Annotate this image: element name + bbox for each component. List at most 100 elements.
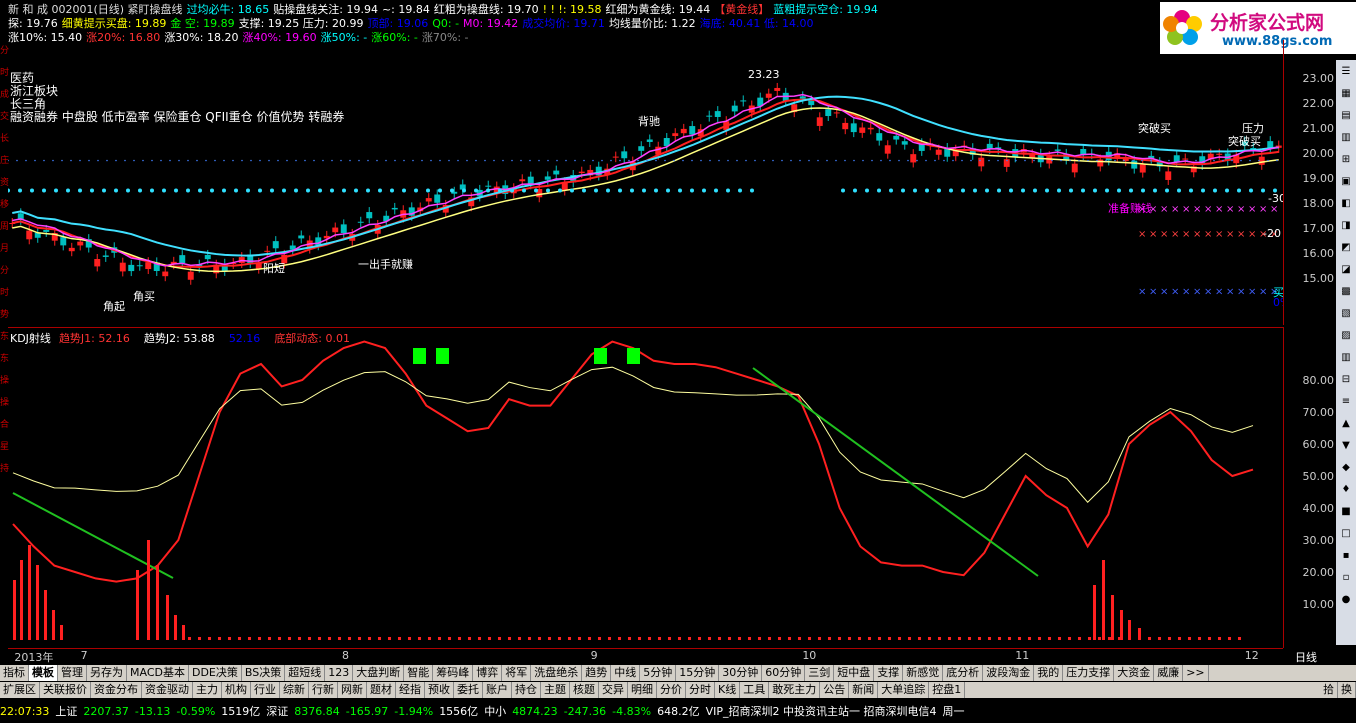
toolbar-icon[interactable]: ▨ <box>1338 328 1354 344</box>
tab-item[interactable]: 123 <box>325 665 354 681</box>
left-strip-item[interactable]: 周 <box>0 216 9 238</box>
tab-item[interactable]: K线 <box>715 682 741 698</box>
toolbar-icon[interactable]: ▧ <box>1338 306 1354 322</box>
left-strip-item[interactable]: 成 <box>0 84 9 106</box>
toolbar-icon[interactable]: ■ <box>1338 504 1354 520</box>
period-label[interactable]: 日线 <box>1295 649 1317 665</box>
left-strip-item[interactable]: 交 <box>0 106 9 128</box>
tab-item[interactable]: 委托 <box>454 682 483 698</box>
tab-item[interactable]: 指标 <box>0 665 29 681</box>
tab-item[interactable]: 模板 <box>29 665 58 681</box>
tab-item[interactable]: 波段淘金 <box>983 665 1035 681</box>
tab-item[interactable]: 底分析 <box>943 665 984 681</box>
tab-item[interactable]: 经指 <box>396 682 425 698</box>
tab-item[interactable]: 大单追踪 <box>878 682 930 698</box>
toolbar-icon[interactable]: ◧ <box>1338 196 1354 212</box>
toolbar-icon[interactable]: ≡ <box>1338 394 1354 410</box>
toolbar-icon[interactable]: ▦ <box>1338 86 1354 102</box>
left-strip-item[interactable]: 操 <box>0 370 9 392</box>
tab-item[interactable]: 分时 <box>686 682 715 698</box>
kdj-line-chart[interactable] <box>8 328 1283 648</box>
tab-item[interactable]: 明细 <box>628 682 657 698</box>
toolbar-icon[interactable]: □ <box>1338 526 1354 542</box>
tab-item[interactable]: 智能 <box>404 665 434 681</box>
tab-item[interactable]: 主力 <box>193 682 222 698</box>
tab-item[interactable]: >> <box>1183 665 1209 681</box>
toolbar-icon[interactable]: ◩ <box>1338 240 1354 256</box>
tab-item[interactable]: 资金分布 <box>91 682 142 698</box>
tab-item[interactable]: 网新 <box>338 682 367 698</box>
tab-item[interactable]: 趋势 <box>582 665 612 681</box>
toolbar-icon[interactable]: ▣ <box>1338 174 1354 190</box>
toolbar-icon[interactable]: ⊞ <box>1338 152 1354 168</box>
tab-item[interactable]: 交异 <box>599 682 628 698</box>
toolbar-icon[interactable]: ▫ <box>1338 570 1354 586</box>
left-strip-item[interactable]: 分 <box>0 40 9 62</box>
tab-item[interactable]: DDE决策 <box>189 665 242 681</box>
left-strip-item[interactable]: 东 <box>0 326 9 348</box>
tab-item[interactable]: 15分钟 <box>676 665 720 681</box>
tab-item[interactable]: MACD基本 <box>127 665 189 681</box>
toolbar-icon[interactable]: ◨ <box>1338 218 1354 234</box>
tab-item[interactable]: 短中盘 <box>834 665 875 681</box>
tab-item[interactable]: 威廉 <box>1154 665 1184 681</box>
left-strip-item[interactable]: 月 <box>0 238 9 260</box>
kdj-indicator-pane[interactable]: KDJ射线 趋势J1: 52.16 趋势J2: 53.88 52.16 底部动态: 0.… <box>8 327 1284 648</box>
tab-item[interactable]: 30分钟 <box>719 665 763 681</box>
tab-item[interactable]: 分价 <box>657 682 686 698</box>
tab-item[interactable]: 预收 <box>425 682 454 698</box>
toolbar-icon[interactable]: ▪ <box>1338 548 1354 564</box>
toolbar-icon[interactable]: ◆ <box>1338 460 1354 476</box>
tab-item[interactable]: 扩展区 <box>0 682 40 698</box>
tab-item[interactable]: 拾 <box>1320 682 1338 698</box>
tab-item[interactable]: 账户 <box>483 682 512 698</box>
left-strip-item[interactable]: 操 <box>0 392 9 414</box>
tab-item[interactable]: 将军 <box>502 665 532 681</box>
toolbar-icon[interactable]: ◪ <box>1338 262 1354 278</box>
left-strip-item[interactable]: 时 <box>0 282 9 304</box>
toolbar-icon[interactable]: ▩ <box>1338 284 1354 300</box>
tab-item[interactable]: 支撑 <box>874 665 904 681</box>
toolbar-icon[interactable]: ☰ <box>1338 64 1354 80</box>
tab-item[interactable]: 另存为 <box>87 665 127 681</box>
tab-item[interactable]: 压力支撑 <box>1063 665 1115 681</box>
left-strip-item[interactable]: 资 <box>0 172 9 194</box>
tab-item[interactable]: 机构 <box>222 682 251 698</box>
tab-item[interactable]: 行业 <box>251 682 280 698</box>
tab-item[interactable]: 60分钟 <box>762 665 806 681</box>
tab-item[interactable]: 新感觉 <box>903 665 944 681</box>
tab-item[interactable]: 控盘1 <box>929 682 966 698</box>
left-strip-item[interactable]: 东 <box>0 348 9 370</box>
tab-item[interactable]: 持仓 <box>512 682 541 698</box>
left-strip-item[interactable]: 星 <box>0 436 9 458</box>
tab-item[interactable]: 新闻 <box>849 682 879 698</box>
price-chart-pane[interactable]: × × × × × × × × × × × × × × × × × × × × × × × × × × × × × × × × × × × × × × × 2… <box>6 40 1290 325</box>
toolbar-icon[interactable]: ▥ <box>1338 130 1354 146</box>
tab-item[interactable]: 我的 <box>1034 665 1064 681</box>
toolbar-icon[interactable]: ▼ <box>1338 438 1354 454</box>
left-indicator-strip[interactable]: 分时成交长庄资移周月分时势东东操操合星持 <box>0 40 9 647</box>
tab-item[interactable]: 筹码峰 <box>433 665 474 681</box>
tab-item[interactable]: 三剑 <box>805 665 835 681</box>
left-strip-item[interactable]: 庄 <box>0 150 9 172</box>
toolbar-icon[interactable]: ▲ <box>1338 416 1354 432</box>
tab-item[interactable]: 超短线 <box>285 665 326 681</box>
toolbar-icon[interactable]: ● <box>1338 592 1354 608</box>
tab-item[interactable]: 工具 <box>740 682 770 698</box>
left-strip-item[interactable]: 势 <box>0 304 9 326</box>
tab-item[interactable]: 资金驱动 <box>142 682 193 698</box>
tab-item[interactable]: 题材 <box>367 682 396 698</box>
tab-item[interactable]: 中线 <box>611 665 641 681</box>
tab-item[interactable]: BS决策 <box>242 665 286 681</box>
tab-item[interactable]: 管理 <box>58 665 87 681</box>
toolbar-icon[interactable]: ⊟ <box>1338 372 1354 388</box>
tab-item[interactable]: 大资金 <box>1114 665 1155 681</box>
tab-item[interactable]: 关联报价 <box>40 682 91 698</box>
toolbar-icon[interactable]: ▥ <box>1338 350 1354 366</box>
tab-item[interactable]: 博弈 <box>473 665 503 681</box>
tab-item[interactable]: 核题 <box>570 682 599 698</box>
left-strip-item[interactable]: 移 <box>0 194 9 216</box>
left-strip-item[interactable]: 合 <box>0 414 9 436</box>
left-strip-item[interactable]: 时 <box>0 62 9 84</box>
tab-item[interactable]: 综新 <box>280 682 309 698</box>
